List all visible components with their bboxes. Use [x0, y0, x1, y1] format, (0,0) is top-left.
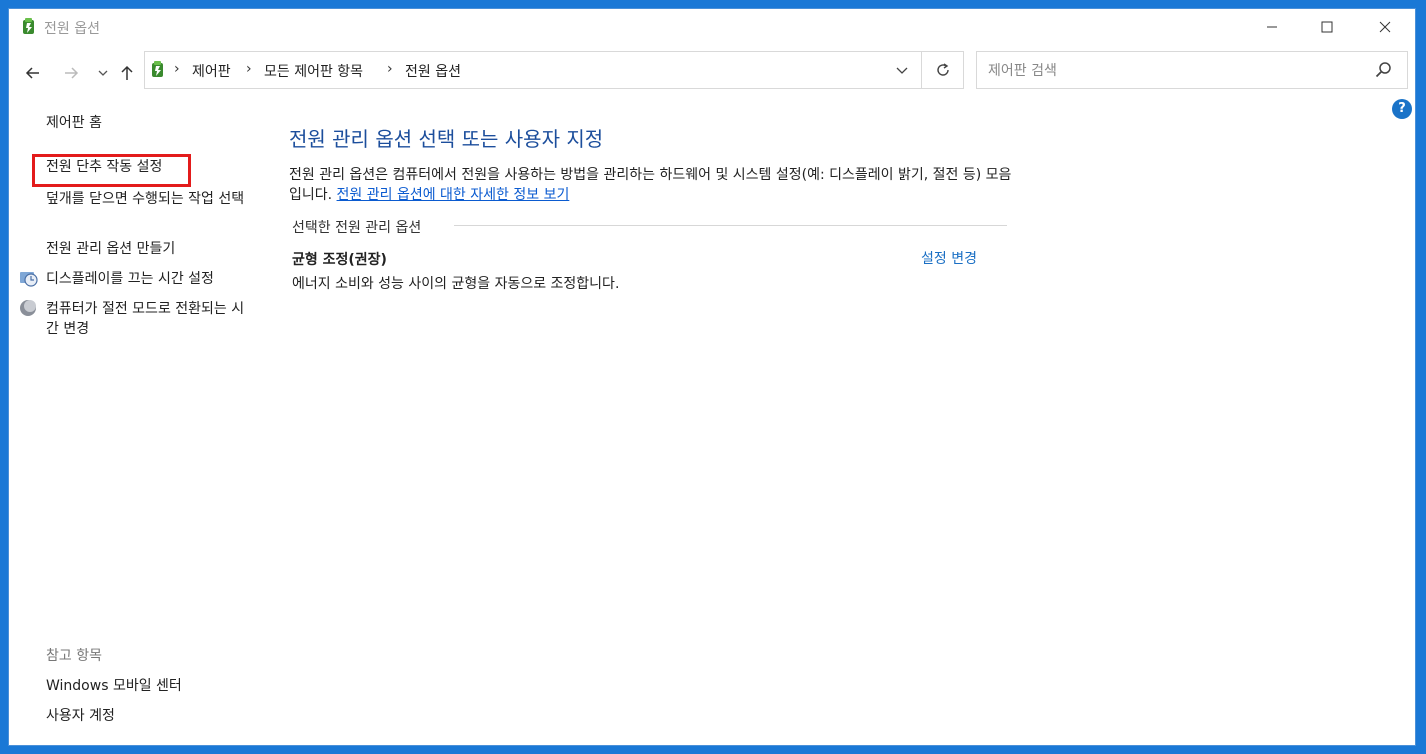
breadcrumb-control-panel[interactable]: 제어판: [192, 61, 231, 81]
page-title: 전원 관리 옵션 선택 또는 사용자 지정: [289, 127, 604, 151]
sidebar-item-control-panel-home[interactable]: 제어판 홈: [46, 113, 102, 133]
address-bar[interactable]: › 제어판 › 모든 제어판 항목 › 전원 옵션: [144, 51, 964, 89]
see-also-windows-mobility-center[interactable]: Windows 모바일 센터: [46, 675, 182, 695]
search-icon[interactable]: [1375, 61, 1393, 79]
refresh-icon: [936, 63, 949, 76]
chevron-down-icon: [896, 67, 908, 74]
plan-name: 균형 조정(권장): [292, 252, 387, 268]
control-panel-window: 전원 옵션 › 제어판 › 모든 제어판 항목 › 전원 옵션 제어판 검색 ?…: [8, 8, 1416, 746]
display-clock-icon: [20, 272, 38, 287]
maximize-button[interactable]: [1298, 9, 1356, 45]
window-title: 전원 옵션: [44, 21, 100, 37]
sidebar-item-sleep-time[interactable]: 컴퓨터가 절전 모드로 전환되는 시간 변경: [46, 299, 256, 339]
more-info-link[interactable]: 전원 관리 옵션에 대한 자세한 정보 보기: [337, 187, 570, 203]
up-arrow-icon: [121, 65, 133, 80]
breadcrumb-power-options[interactable]: 전원 옵션: [405, 61, 461, 81]
refresh-button[interactable]: [921, 52, 963, 88]
group-divider: [454, 225, 1007, 226]
search-input[interactable]: [978, 53, 1370, 89]
selected-plan-header: 선택한 전원 관리 옵션: [292, 220, 422, 236]
help-icon[interactable]: ?: [1392, 99, 1412, 119]
sidebar-item-lid-close-action[interactable]: 덮개를 닫으면 수행되는 작업 선택: [46, 189, 256, 209]
forward-arrow-icon: [65, 67, 79, 79]
highlight-box: [32, 154, 191, 187]
forward-button[interactable]: [59, 61, 83, 85]
sidebar-item-display-off-time[interactable]: 디스플레이를 끄는 시간 설정: [46, 269, 214, 289]
power-options-icon: [152, 61, 163, 77]
search-box[interactable]: [976, 51, 1408, 89]
see-also-user-accounts[interactable]: 사용자 계정: [46, 705, 115, 725]
recent-dropdown-icon: [98, 70, 108, 76]
maximize-icon: [1321, 21, 1333, 33]
recent-locations-button[interactable]: [91, 61, 115, 85]
minimize-icon: [1267, 26, 1277, 28]
navigation-bar: › 제어판 › 모든 제어판 항목 › 전원 옵션: [9, 49, 1415, 93]
power-options-icon: [23, 18, 34, 34]
minimize-button[interactable]: [1243, 9, 1301, 45]
up-button[interactable]: [115, 61, 139, 85]
see-also-header: 참고 항목: [46, 648, 102, 664]
back-button[interactable]: [21, 61, 45, 85]
breadcrumb-separator: ›: [387, 61, 393, 77]
back-arrow-icon: [25, 67, 39, 79]
close-icon: [1379, 21, 1391, 33]
page-description: 전원 관리 옵션은 컴퓨터에서 전원을 사용하는 방법을 관리하는 하드웨어 및…: [289, 165, 1019, 205]
change-plan-settings-link[interactable]: 설정 변경: [921, 248, 977, 268]
sidebar-item-create-power-plan[interactable]: 전원 관리 옵션 만들기: [46, 239, 175, 259]
breadcrumb-all-items[interactable]: 모든 제어판 항목: [264, 61, 363, 81]
close-button[interactable]: [1356, 9, 1414, 45]
plan-description: 에너지 소비와 성능 사이의 균형을 자동으로 조정합니다.: [292, 276, 620, 292]
address-dropdown-button[interactable]: [887, 52, 917, 88]
breadcrumb-separator: ›: [174, 61, 180, 77]
breadcrumb-separator: ›: [246, 61, 252, 77]
sleep-moon-icon: [20, 300, 36, 316]
title-bar: 전원 옵션: [9, 9, 1415, 45]
